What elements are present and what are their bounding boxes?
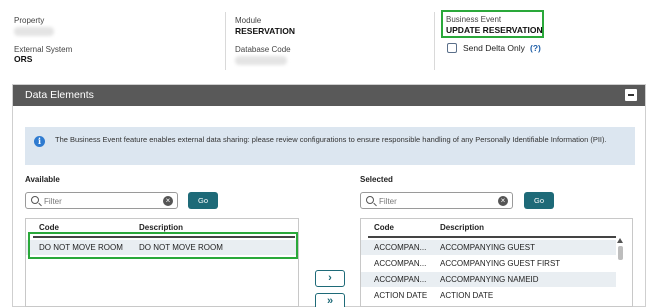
move-all-button[interactable]: » bbox=[315, 293, 345, 307]
selected-filter[interactable]: × bbox=[360, 192, 513, 209]
help-link[interactable]: (?) bbox=[530, 43, 541, 53]
selected-col-code: Code bbox=[374, 223, 394, 232]
send-delta-label[interactable]: Send Delta Only bbox=[463, 43, 525, 53]
list-item[interactable]: ACCOMPAN... ACCOMPANYING GUEST FIRST bbox=[361, 256, 616, 271]
selected-label: Selected bbox=[360, 175, 393, 184]
row-description: ACCOMPANYING NAMEID bbox=[440, 275, 539, 284]
collapse-icon[interactable] bbox=[625, 89, 637, 101]
panel-title: Data Elements bbox=[25, 89, 94, 101]
search-icon bbox=[31, 196, 39, 204]
property-value-redacted bbox=[14, 27, 54, 36]
row-description: ACCOMPANYING GUEST bbox=[440, 243, 535, 252]
list-item[interactable]: ACCOMPAN... ACCOMPANYING NAMEID bbox=[361, 272, 616, 287]
available-col-code: Code bbox=[39, 223, 59, 232]
business-event-value: UPDATE RESERVATION bbox=[446, 25, 543, 35]
info-icon: i bbox=[34, 136, 45, 147]
send-delta-checkbox[interactable] bbox=[447, 43, 457, 53]
info-banner: i The Business Event feature enables ext… bbox=[25, 127, 635, 165]
header-underline bbox=[368, 236, 616, 238]
available-row-highlight bbox=[28, 232, 298, 259]
row-description: ACCOMPANYING GUEST FIRST bbox=[440, 259, 561, 268]
header-area: Property External System ORS Module RESE… bbox=[0, 0, 658, 80]
clear-icon[interactable]: × bbox=[163, 196, 173, 206]
divider bbox=[225, 12, 226, 70]
external-system-value: ORS bbox=[14, 54, 33, 64]
row-code: ACCOMPAN... bbox=[374, 275, 427, 284]
move-selected-button[interactable]: › bbox=[315, 270, 345, 287]
divider bbox=[434, 12, 435, 70]
available-label: Available bbox=[25, 175, 60, 184]
selected-go-button[interactable]: Go bbox=[524, 192, 554, 209]
row-code: ACTION DATE bbox=[374, 291, 428, 300]
available-go-button[interactable]: Go bbox=[188, 192, 218, 209]
panel-header: Data Elements bbox=[13, 85, 645, 106]
selected-list: Code Description ACCOMPAN... ACCOMPANYIN… bbox=[360, 218, 633, 307]
search-icon bbox=[366, 196, 374, 204]
available-filter-input[interactable] bbox=[44, 195, 154, 207]
module-label: Module bbox=[235, 16, 262, 25]
scroll-up-icon[interactable] bbox=[617, 238, 623, 243]
available-col-description: Description bbox=[139, 223, 184, 232]
list-item[interactable]: ACTION DATE ACTION DATE bbox=[361, 288, 616, 303]
row-description: ACTION DATE bbox=[440, 291, 494, 300]
external-system-label: External System bbox=[14, 45, 73, 54]
info-text: The Business Event feature enables exter… bbox=[55, 135, 607, 144]
selected-col-description: Description bbox=[440, 223, 485, 232]
scroll-thumb[interactable] bbox=[618, 246, 623, 260]
selected-filter-input[interactable] bbox=[379, 195, 489, 207]
property-label: Property bbox=[14, 16, 45, 25]
row-code: ACCOMPAN... bbox=[374, 243, 427, 252]
database-code-redacted bbox=[235, 56, 287, 65]
database-code-label: Database Code bbox=[235, 45, 291, 54]
selected-scrollbar[interactable] bbox=[617, 238, 624, 307]
row-code: ACCOMPAN... bbox=[374, 259, 427, 268]
module-value: RESERVATION bbox=[235, 26, 295, 36]
clear-icon[interactable]: × bbox=[498, 196, 508, 206]
business-event-label: Business Event bbox=[446, 15, 502, 24]
list-item[interactable]: ACCOMPAN... ACCOMPANYING GUEST bbox=[361, 240, 616, 255]
selected-list-header: Code Description bbox=[361, 219, 632, 235]
available-filter[interactable]: × bbox=[25, 192, 178, 209]
